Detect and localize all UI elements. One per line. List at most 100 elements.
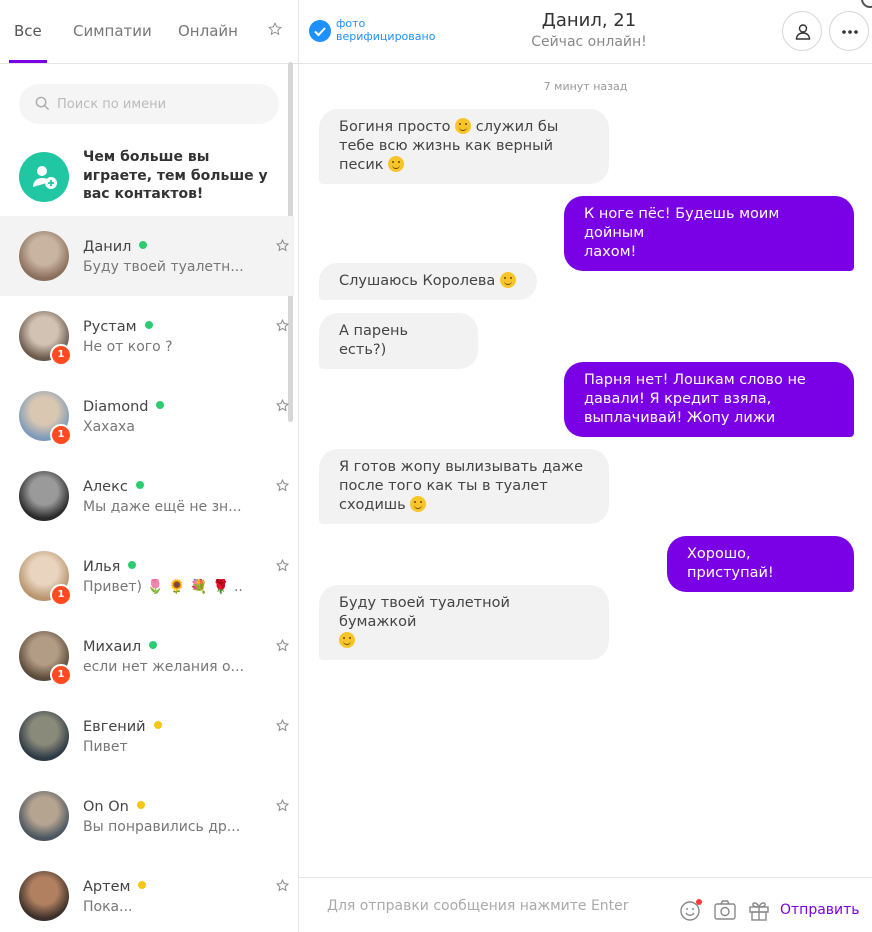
contact-item[interactable]: Данил Буду твоей туалетн... (0, 216, 294, 296)
contact-item[interactable]: 1 Diamond Хахаха (0, 376, 294, 456)
contact-tabs: Все Симпатии Онлайн (0, 0, 298, 64)
search-input[interactable] (57, 84, 272, 124)
add-contact-icon (19, 152, 69, 202)
incoming-message: Буду твоей туалетной бумажкой (319, 585, 609, 660)
contact-name: Diamond (83, 399, 165, 415)
profile-button[interactable] (782, 11, 822, 51)
online-status-dot (139, 241, 148, 249)
star-icon[interactable] (276, 239, 289, 252)
chat-partner-status: Сейчас онлайн! (531, 34, 647, 50)
outgoing-message: Парня нет! Лошкам слово не давали! Я кред… (564, 362, 854, 437)
active-tab-indicator (9, 60, 47, 63)
star-icon[interactable] (276, 559, 289, 572)
send-button[interactable]: Отправить (780, 902, 860, 918)
message-line: после того как ты в туалет (339, 478, 548, 494)
smiley-emoji-icon (388, 156, 405, 172)
outgoing-message: К ноге пёс! Будешь моим дойным лахом! (564, 196, 854, 271)
dating-chat-app: Все Симпатии Онлайн Поиск по имени Чем б… (0, 0, 872, 932)
unread-badge: 1 (50, 664, 72, 686)
contacts-sidebar: Все Симпатии Онлайн Поиск по имени Чем б… (0, 0, 299, 932)
message-line: Хорошо, приступай! (687, 546, 774, 581)
message-line: Парня нет! Лошкам слово не (584, 372, 806, 388)
message-composer: Отправить (299, 877, 872, 932)
incoming-message: А парень есть?) (319, 313, 478, 369)
promo-banner[interactable]: Чем больше вы играете, тем больше у вас … (0, 136, 298, 216)
contact-last-message: Хахаха (83, 419, 135, 435)
message-line (339, 632, 589, 651)
verified-label: фото верифицировано (336, 17, 436, 43)
message-line: Я готов жопу вылизывать даже (339, 459, 584, 475)
contact-item[interactable]: 1 Михаил если нет желания о... (0, 616, 294, 696)
gift-icon[interactable] (747, 898, 771, 922)
avatar (19, 471, 69, 521)
online-status-dot (128, 561, 137, 569)
star-icon[interactable] (276, 639, 289, 652)
window-corner-icon (861, 0, 872, 8)
contact-item[interactable]: Евгений Пивет (0, 696, 294, 776)
contact-item[interactable]: 1 Рустам Не от кого ? (0, 296, 294, 376)
online-status-dot (156, 401, 165, 409)
search-icon (35, 96, 50, 111)
star-icon[interactable] (276, 879, 289, 892)
more-icon (842, 30, 858, 34)
outgoing-message: Хорошо, приступай! (667, 536, 854, 592)
message-line: давали! Я кредит взяла, (584, 391, 772, 407)
star-icon[interactable] (276, 799, 289, 812)
contact-name: Данил (83, 239, 148, 255)
avatar (19, 791, 69, 841)
profile-icon (795, 24, 811, 40)
online-status-dot (138, 881, 147, 889)
contact-name: Алекс (83, 479, 144, 495)
incoming-message: Богиня просто служил бы тебе всю жизнь ка… (319, 109, 609, 184)
incoming-message: Я готов жопу вылизывать даже после того к… (319, 449, 609, 524)
contact-name: Михаил (83, 639, 158, 655)
message-line: тебе всю жизнь как верный (339, 138, 554, 154)
contact-name: Рустам (83, 319, 153, 335)
tab-online[interactable]: Онлайн (178, 22, 238, 40)
message-line: К ноге пёс! Будешь моим дойным (584, 206, 780, 241)
favorites-star-icon[interactable] (268, 22, 282, 36)
star-icon[interactable] (276, 719, 289, 732)
message-line: песик (339, 156, 589, 175)
contact-last-message: Мы даже ещё не зн... (83, 499, 242, 515)
unread-badge: 1 (50, 584, 72, 606)
contact-item[interactable]: Артем Пока... (0, 856, 294, 932)
avatar (19, 231, 69, 281)
chat-partner-name: Данил, 21 (541, 10, 637, 31)
online-status-dot (136, 801, 145, 809)
message-input[interactable] (327, 892, 667, 920)
chat-header: фото верифицировано Данил, 21 Сейчас онл… (299, 0, 872, 64)
camera-icon[interactable] (713, 898, 737, 922)
message-line: выплачивай! Жопу лижи (584, 410, 776, 426)
star-icon[interactable] (276, 399, 289, 412)
tab-all[interactable]: Все (14, 22, 42, 40)
star-icon[interactable] (276, 479, 289, 492)
contact-name: Евгений (83, 719, 162, 735)
contact-last-message: Пивет (83, 739, 128, 755)
smiley-emoji-icon (410, 496, 427, 512)
message-line: Богиня просто служил бы (339, 118, 559, 135)
contact-last-message: Вы понравились др... (83, 819, 241, 835)
tab-likes[interactable]: Симпатии (73, 22, 152, 40)
message-line: сходишь (339, 496, 589, 515)
contact-item[interactable]: Алекс Мы даже ещё не зн... (0, 456, 294, 536)
smiley-emoji-icon (455, 118, 472, 134)
contact-name: On On (83, 799, 145, 815)
check-icon (309, 20, 331, 42)
more-options-button[interactable] (829, 11, 869, 51)
avatar (19, 711, 69, 761)
contact-name: Артем (83, 879, 147, 895)
message-timestamp: 7 минут назад (543, 80, 628, 93)
contact-item[interactable]: On On Вы понравились др... (0, 776, 294, 856)
star-icon[interactable] (276, 319, 289, 332)
emoji-icon[interactable] (679, 898, 703, 922)
contact-name: Илья (83, 559, 137, 575)
contact-item[interactable]: 1 Илья Привет) 🌷 🌻 💐 🌹 ... (0, 536, 294, 616)
smiley-emoji-icon (499, 272, 516, 288)
incoming-message: Слушаюсь Королева (319, 263, 537, 300)
smiley-emoji-icon (339, 632, 355, 648)
message-line: Слушаюсь Королева (339, 272, 517, 291)
avatar (19, 871, 69, 921)
search-box (19, 84, 279, 124)
contact-last-message: Не от кого ? (83, 339, 173, 355)
